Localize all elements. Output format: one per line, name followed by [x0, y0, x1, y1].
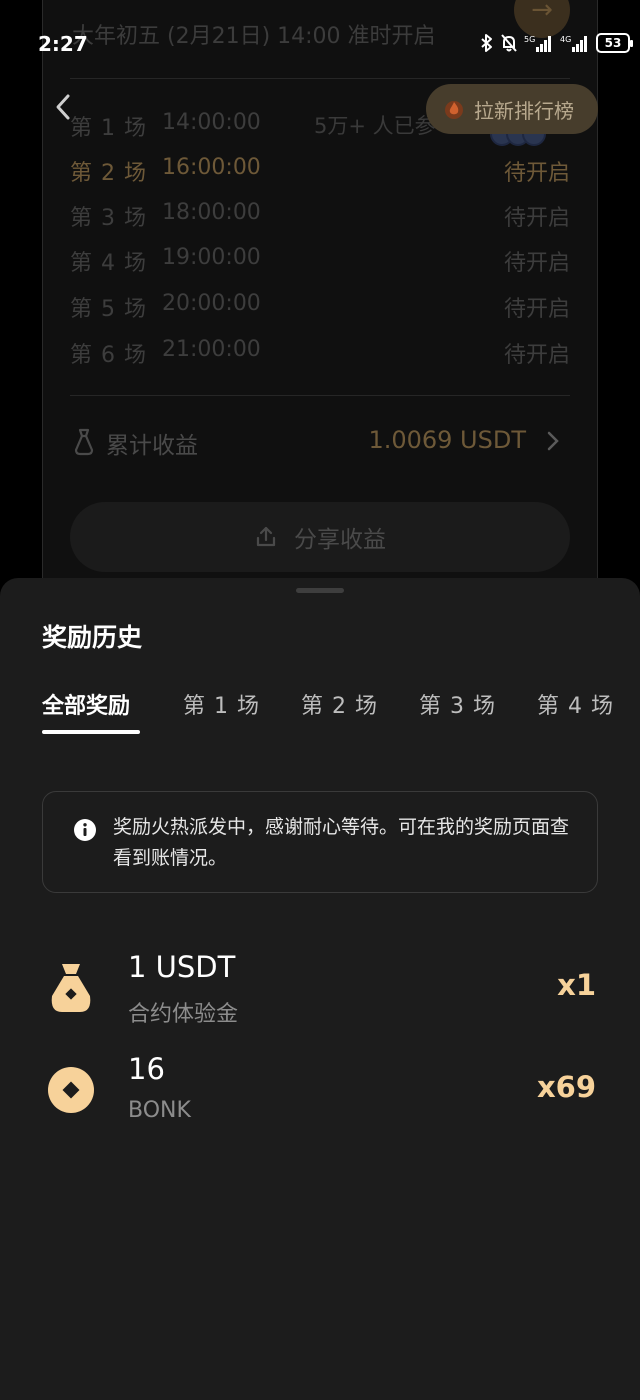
reward-item: 16 BONK x69 [42, 1052, 598, 1142]
tab-all-rewards[interactable]: 全部奖励 [42, 688, 130, 720]
bluetooth-icon [481, 34, 492, 52]
notice-text: 奖励火热派发中，感谢耐心等待。可在我的奖励页面查看到账情况。 [113, 816, 570, 869]
info-icon [74, 819, 96, 841]
session-status: 待开启 [503, 206, 570, 231]
session-row-2: 第 2 场 16:00:00 待开启 [70, 155, 570, 189]
active-tab-indicator [42, 730, 140, 734]
session-row-4: 第 4 场 19:00:00 待开启 [70, 245, 570, 279]
session-status: 待开启 [503, 161, 570, 186]
reward-count: x69 [536, 1070, 596, 1104]
share-icon [256, 526, 276, 547]
share-label: 分享收益 [294, 527, 386, 553]
status-bar: 2:27 5G 4G 53 [0, 20, 640, 64]
session-row-3: 第 3 场 18:00:00 待开启 [70, 200, 570, 234]
session-name: 第 2 场 [70, 161, 147, 186]
tab-session-3[interactable]: 第 3 场 [419, 688, 496, 720]
leaderboard-label: 拉新排行榜 [474, 98, 574, 123]
session-time: 14:00:00 [162, 110, 261, 135]
earnings-value: 1.0069 USDT [368, 426, 526, 454]
divider [70, 78, 570, 79]
tab-session-1[interactable]: 第 1 场 [183, 688, 260, 720]
share-earnings-button[interactable]: 分享收益 [70, 502, 570, 572]
reward-amount: 16 [128, 1052, 165, 1086]
session-name: 第 6 场 [70, 343, 147, 368]
coin-icon [48, 1067, 94, 1113]
chevron-right-icon [547, 431, 559, 451]
flame-icon [445, 101, 463, 119]
earnings-row[interactable]: 累计收益 1.0069 USDT [70, 420, 570, 464]
session-time: 16:00:00 [162, 155, 261, 180]
earnings-label: 累计收益 [106, 433, 198, 459]
svg-text:4G: 4G [560, 35, 571, 44]
signal-4g-icon: 4G [560, 35, 587, 52]
notice-box: 奖励火热派发中，感谢耐心等待。可在我的奖励页面查看到账情况。 [42, 791, 598, 893]
session-status: 待开启 [503, 251, 570, 276]
session-status: 待开启 [503, 297, 570, 322]
mute-bell-icon [501, 34, 517, 52]
session-row-6: 第 6 场 21:00:00 待开启 [70, 337, 570, 371]
sheet-title: 奖励历史 [42, 623, 143, 652]
signal-5g-icon: 5G [524, 35, 551, 52]
session-name: 第 3 场 [70, 206, 147, 231]
reward-count: x1 [557, 968, 596, 1002]
divider [70, 395, 570, 396]
reward-name: BONK [128, 1098, 191, 1123]
tab-bar: 全部奖励 第 1 场 第 2 场 第 3 场 第 4 场 [42, 688, 640, 738]
money-bag-icon [74, 428, 94, 456]
tab-session-4[interactable]: 第 4 场 [537, 688, 614, 720]
session-time: 21:00:00 [162, 337, 261, 362]
session-row-5: 第 5 场 20:00:00 待开启 [70, 291, 570, 325]
participants-count: 5万+ 人已参 [314, 114, 436, 138]
reward-name: 合约体验金 [128, 1002, 239, 1027]
tab-session-2[interactable]: 第 2 场 [301, 688, 378, 720]
background-page: 大年初五 (2月21日) 14:00 准时开启 → 第 1 场 14:00:00… [0, 0, 640, 600]
battery-icon: 53 [596, 33, 633, 53]
money-bag-icon [51, 964, 91, 1012]
session-status: 待开启 [503, 343, 570, 368]
leaderboard-button[interactable]: 拉新排行榜 [426, 84, 598, 134]
clock: 2:27 [38, 32, 88, 56]
session-time: 18:00:00 [162, 200, 261, 225]
drag-handle[interactable] [296, 588, 344, 593]
svg-text:5G: 5G [524, 35, 535, 44]
session-name: 第 4 场 [70, 251, 147, 276]
session-name: 第 1 场 [70, 116, 147, 141]
session-name: 第 5 场 [70, 297, 147, 322]
session-time: 20:00:00 [162, 291, 261, 316]
reward-history-sheet: 奖励历史 全部奖励 第 1 场 第 2 场 第 3 场 第 4 场 奖励火热派发… [0, 578, 640, 1400]
reward-amount: 1 USDT [128, 950, 236, 984]
session-time: 19:00:00 [162, 245, 261, 270]
reward-item: 1 USDT 合约体验金 x1 [42, 950, 598, 1040]
